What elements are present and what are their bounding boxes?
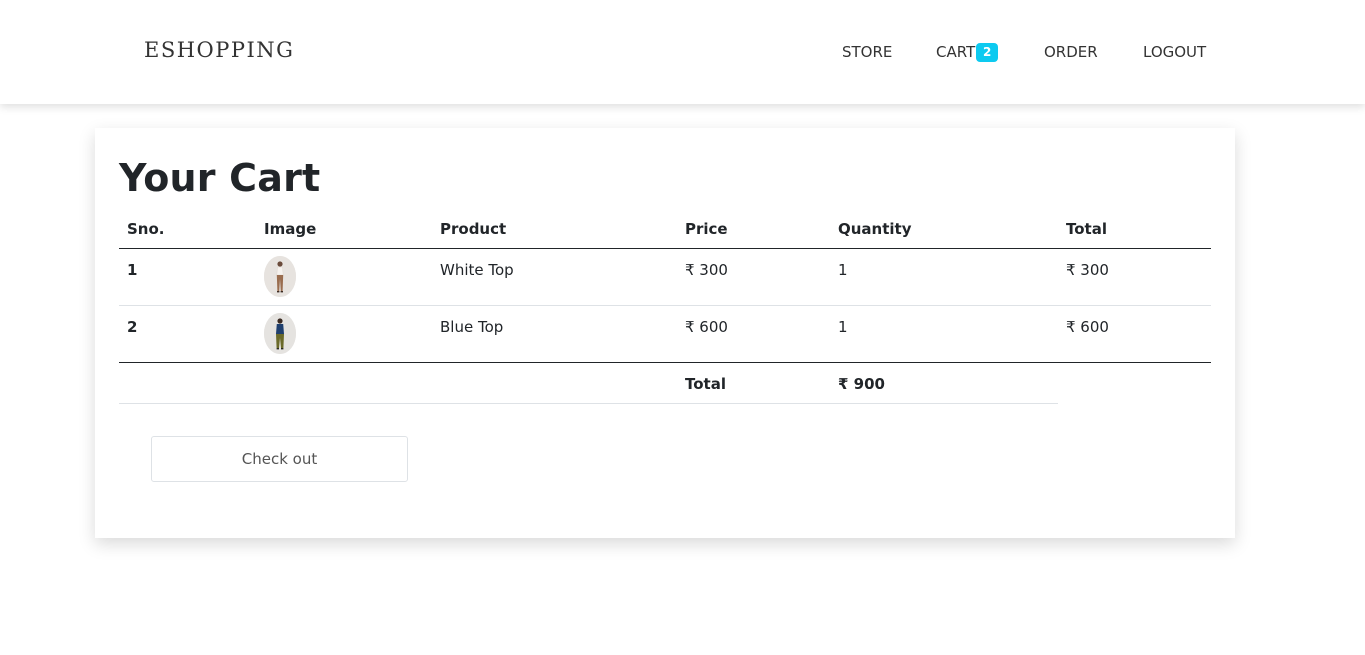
table-row: 2 Blue Top ₹ 600 1 ₹ 600	[119, 305, 1211, 363]
table-row: 1 White Top ₹ 300 1 ₹ 300	[119, 248, 1211, 306]
page-title: Your Cart	[119, 156, 321, 200]
cart-card: Your Cart Sno. Image Product Price Quant…	[95, 128, 1235, 538]
column-header-total: Total	[1058, 210, 1211, 249]
row-total: ₹ 600	[1058, 305, 1211, 363]
navbar: ESHOPPING STORE CART 2 ORDER LOGOUT	[0, 0, 1365, 104]
total-row-empty-cell	[1058, 362, 1211, 403]
cart-total-label: Total	[677, 362, 830, 404]
cart-total-row: Total ₹ 900	[119, 362, 1211, 404]
row-sno: 2	[119, 305, 256, 363]
row-total: ₹ 300	[1058, 248, 1211, 306]
row-product: White Top	[432, 248, 677, 306]
total-row-empty-cell	[256, 362, 432, 404]
column-header-sno: Sno.	[119, 210, 256, 249]
nav-cart-label: CART	[936, 43, 976, 61]
row-sno: 1	[119, 248, 256, 306]
column-header-product: Product	[432, 210, 677, 249]
row-price: ₹ 300	[677, 248, 830, 306]
table-header-row: Sno. Image Product Price Quantity Total	[119, 210, 1211, 249]
row-product: Blue Top	[432, 305, 677, 363]
white-top-thumbnail	[264, 255, 296, 297]
cart-total-value: ₹ 900	[830, 362, 1058, 404]
blue-top-thumbnail	[264, 312, 296, 354]
row-price: ₹ 600	[677, 305, 830, 363]
total-row-empty-cell	[432, 362, 677, 404]
row-quantity: 1	[830, 305, 1058, 363]
cart-table: Sno. Image Product Price Quantity Total …	[119, 210, 1211, 404]
column-header-quantity: Quantity	[830, 210, 1058, 249]
checkout-button[interactable]: Check out	[151, 436, 408, 482]
total-row-empty-cell	[119, 362, 256, 404]
nav-logout-link[interactable]: LOGOUT	[1143, 43, 1206, 61]
row-image-cell	[256, 305, 432, 363]
brand-logo[interactable]: ESHOPPING	[144, 38, 294, 62]
nav-store-link[interactable]: STORE	[842, 43, 892, 61]
row-image-cell	[256, 248, 432, 306]
row-quantity: 1	[830, 248, 1058, 306]
column-header-image: Image	[256, 210, 432, 249]
nav-order-link[interactable]: ORDER	[1044, 43, 1098, 61]
nav-cart-link[interactable]: CART 2	[936, 43, 999, 63]
cart-count-badge: 2	[976, 43, 999, 62]
column-header-price: Price	[677, 210, 830, 249]
